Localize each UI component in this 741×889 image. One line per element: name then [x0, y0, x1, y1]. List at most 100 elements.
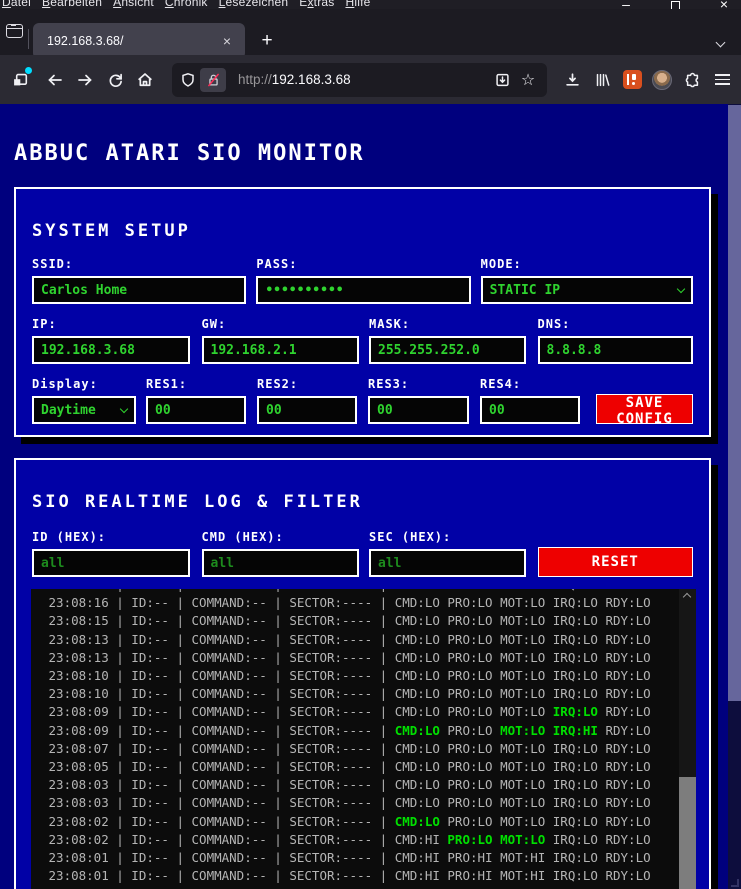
active-tab[interactable]: 192.168.3.68/ × [33, 23, 245, 59]
mode-label: MODE: [480, 257, 522, 271]
mask-input[interactable] [369, 336, 526, 364]
signal: MOT:LO [500, 649, 546, 665]
ssid-input[interactable] [32, 276, 247, 304]
page-scrollbar[interactable] [728, 104, 741, 889]
back-icon [48, 74, 62, 85]
ip-input[interactable] [32, 336, 190, 364]
log-row: 23:08:13 | ID:-- | COMMAND:-- | SECTOR:-… [41, 649, 651, 665]
back-button[interactable] [40, 65, 70, 95]
log-row: 23:08:09 | ID:-- | COMMAND:-- | SECTOR:-… [41, 722, 651, 738]
sio-log-output[interactable]: 23:08:18 | ID:-- | COMMAND:-- | SECTOR:-… [31, 589, 696, 889]
signal: CMD:LO [395, 589, 440, 592]
extensions-button[interactable] [677, 65, 707, 95]
url-scheme: http:// [238, 72, 272, 87]
dns-input[interactable] [537, 336, 693, 364]
log-row: 23:08:09 | ID:-- | COMMAND:-- | SECTOR:-… [41, 704, 651, 720]
display-label: Display: [32, 377, 98, 391]
signal-highlighted: IRQ:HI [552, 722, 598, 738]
web-page: ABBUC ATARI SIO MONITOR SYSTEM SETUP SSI… [0, 104, 728, 889]
window-resize-grip[interactable] [731, 879, 739, 887]
downloads-button[interactable] [557, 65, 587, 95]
log-rows: 23:08:18 | ID:-- | COMMAND:-- | SECTOR:-… [31, 589, 696, 885]
firefox-view-button[interactable] [5, 22, 25, 41]
site-permissions-chip[interactable] [200, 67, 226, 92]
close-button[interactable]: × [713, 0, 735, 9]
bookmark-star-button[interactable]: ☆ [515, 65, 541, 95]
gw-label: GW: [201, 317, 227, 331]
res2-input[interactable] [257, 396, 357, 424]
signal: CMD:HI [394, 831, 440, 847]
extension-addon-button[interactable] [617, 65, 647, 95]
mode-select[interactable]: STATIC IP [480, 276, 693, 304]
menu-bar: Datei Bearbeiten Ansicht Chronik Lesezeichen… [0, 0, 741, 9]
signal: RDY:LO [605, 722, 651, 738]
signal: IRQ:LO [552, 831, 598, 847]
filter-sec-label: SEC (HEX): [369, 530, 452, 544]
menu-bar-items: Datei Bearbeiten Ansicht Chronik Lesezeichen… [2, 0, 381, 9]
new-tab-button[interactable]: + [255, 29, 279, 53]
log-row: 23:08:01 | ID:-- | COMMAND:-- | SECTOR:-… [41, 868, 651, 884]
tracking-shield-icon [182, 72, 194, 87]
menu-item-ansicht[interactable]: Ansicht [113, 0, 154, 9]
menu-item-lesezeichen[interactable]: Lesezeichen [219, 0, 289, 9]
signal: PRO:LO [447, 589, 492, 592]
list-all-tabs-button[interactable] [715, 33, 735, 48]
res4-input[interactable] [480, 396, 580, 424]
signal: IRQ:LO [552, 686, 598, 702]
tab-bar: 192.168.3.68/ × + [0, 9, 741, 59]
signal: MOT:LO [500, 631, 546, 647]
res3-input[interactable] [368, 396, 469, 424]
notification-dot [25, 66, 32, 74]
minimize-button[interactable]: – [615, 0, 637, 9]
scroll-up-arrow-icon[interactable] [682, 592, 692, 602]
maximize-button[interactable] [664, 0, 686, 9]
signal: CMD:LO [394, 595, 440, 611]
signal: MOT:HI [500, 868, 546, 884]
signal: PRO:LO [447, 668, 493, 684]
page-scrollbar-thumb[interactable] [728, 105, 741, 701]
log-scrollbar-thumb[interactable] [679, 777, 696, 889]
signal: RDY:LO [605, 759, 651, 775]
bookmark-star-icon: ☆ [520, 70, 536, 89]
menu-item-datei[interactable]: Datei [2, 0, 31, 9]
log-scrollbar[interactable] [679, 589, 696, 889]
tab-close-icon[interactable]: × [217, 31, 237, 51]
signal: CMD:LO [394, 649, 440, 665]
ip-label: IP: [32, 317, 57, 331]
signal: MOT:LO [500, 589, 545, 592]
gw-input[interactable] [201, 336, 359, 364]
reset-button[interactable]: RESET [537, 547, 694, 577]
home-button[interactable] [130, 65, 160, 95]
filter-id-input[interactable] [32, 549, 190, 577]
forward-button[interactable] [70, 65, 100, 95]
mask-label: MASK: [369, 317, 411, 331]
account-button[interactable] [647, 65, 677, 95]
save-page-button[interactable] [489, 65, 515, 95]
display-select[interactable]: Daytime [32, 396, 136, 424]
sidebar-panel-button[interactable] [5, 65, 35, 95]
app-menu-button[interactable] [707, 65, 737, 95]
pass-input[interactable] [256, 276, 471, 304]
menu-item-hilfe[interactable]: Hilfe [345, 0, 370, 9]
pass-label: PASS: [256, 257, 298, 271]
library-button[interactable] [587, 65, 617, 95]
signal: RDY:LO [605, 613, 651, 629]
signal-highlighted: CMD:LO [394, 813, 440, 829]
menu-item-bearbeiten[interactable]: Bearbeiten [42, 0, 102, 9]
filter-sec-input[interactable] [369, 549, 526, 577]
menu-item-chronik[interactable]: Chronik [165, 0, 208, 9]
url-bar[interactable]: http://192.168.3.68 ☆ [172, 62, 547, 97]
signal: RDY:LO [605, 813, 651, 829]
save-config-button[interactable]: SAVE CONFIG [596, 394, 693, 427]
log-row: 23:08:02 | ID:-- | COMMAND:-- | SECTOR:-… [41, 831, 651, 847]
log-row: 23:08:07 | ID:-- | COMMAND:-- | SECTOR:-… [41, 740, 651, 756]
filter-cmd-input[interactable] [201, 549, 359, 577]
reload-button[interactable] [100, 65, 130, 95]
menu-item-extras[interactable]: Extras [299, 0, 334, 9]
res1-input[interactable] [146, 396, 246, 424]
signal: CMD:LO [394, 740, 440, 756]
signal: RDY:LO [605, 850, 651, 866]
signal: MOT:HI [500, 850, 546, 866]
log-row: 23:08:10 | ID:-- | COMMAND:-- | SECTOR:-… [41, 686, 651, 702]
library-icon [596, 73, 609, 86]
